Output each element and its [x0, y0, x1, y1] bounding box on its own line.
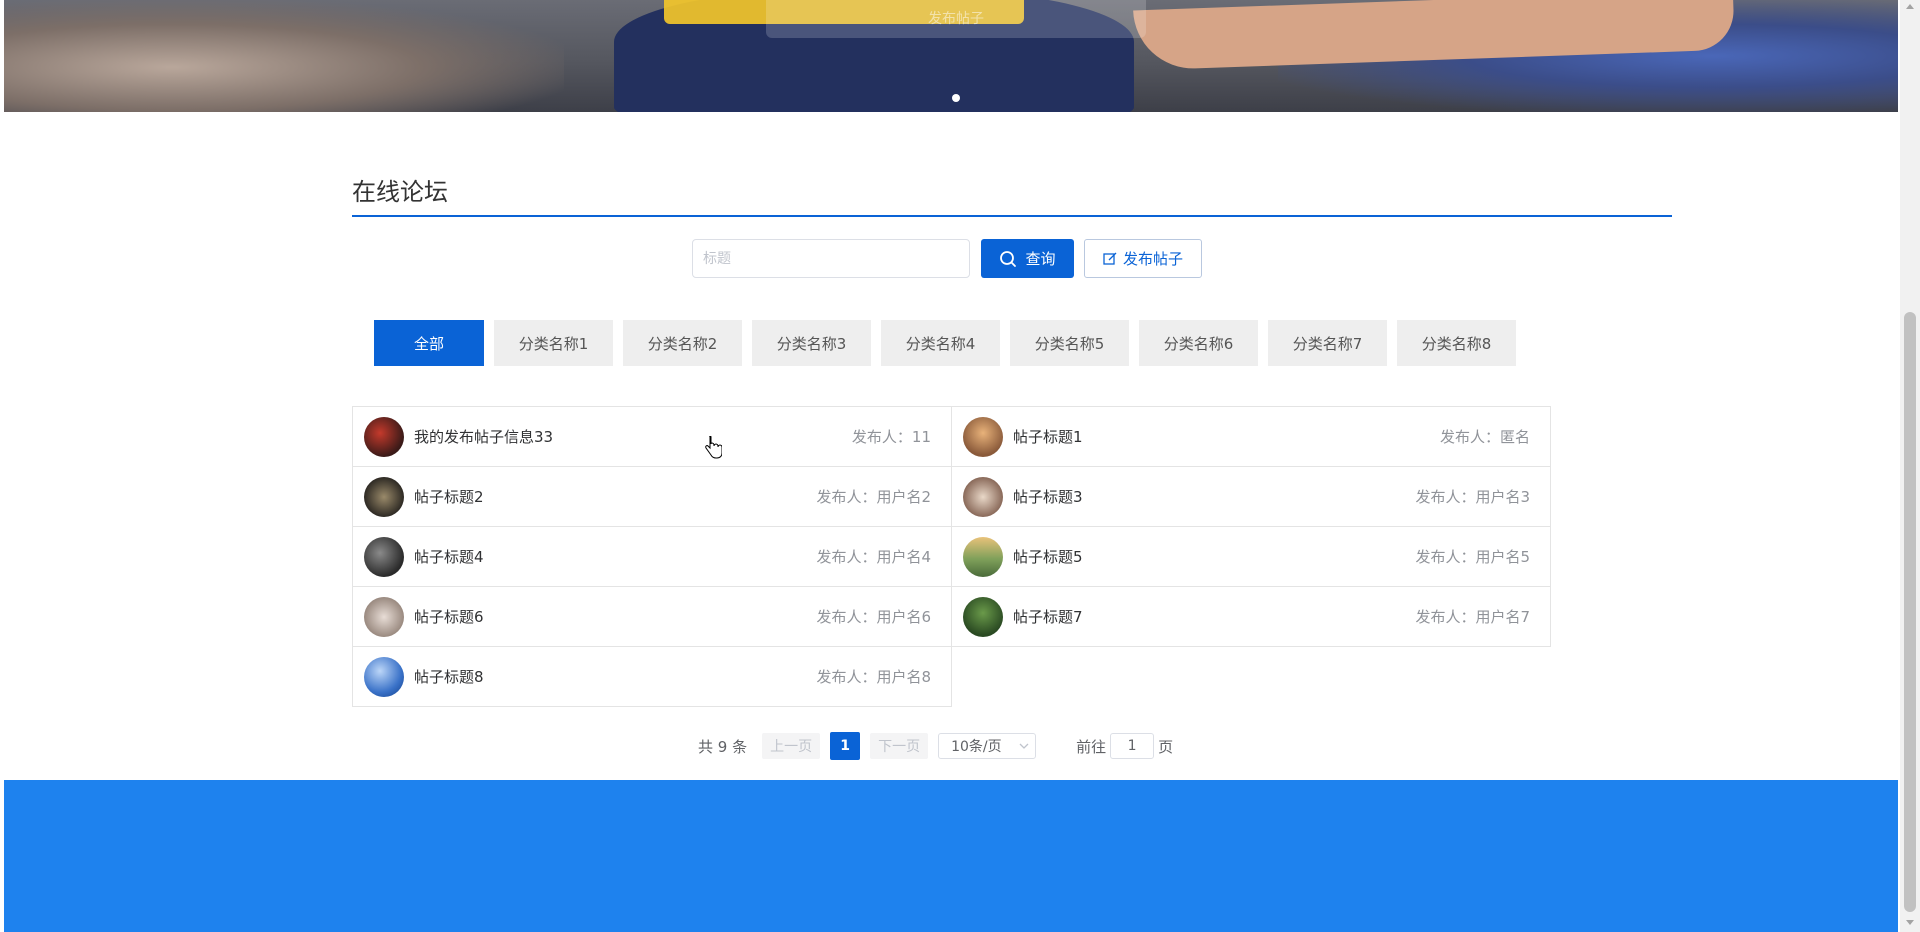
post-author: 发布人：用户名7 [1415, 608, 1530, 626]
tab-category-3[interactable]: 分类名称3 [752, 320, 871, 366]
page-size-value: 10条/页 [951, 739, 1002, 755]
scrollbar-thumb[interactable] [1904, 312, 1916, 912]
chevron-down-icon [1019, 743, 1029, 749]
post-author: 发布人：用户名2 [816, 488, 931, 506]
search-input[interactable] [692, 239, 970, 278]
post-title: 帖子标题6 [414, 608, 484, 626]
category-tabs: 全部 分类名称1 分类名称2 分类名称3 分类名称4 分类名称5 分类名称6 分… [374, 320, 1516, 366]
query-button-label: 查询 [1025, 251, 1056, 268]
post-item[interactable]: 帖子标题4 发布人：用户名4 [352, 526, 952, 587]
post-avatar [963, 596, 1003, 637]
goto-page-input[interactable] [1110, 733, 1155, 759]
post-title: 帖子标题4 [414, 548, 484, 566]
post-title: 帖子标题7 [1013, 608, 1083, 626]
title-divider [352, 215, 1672, 217]
tab-category-6[interactable]: 分类名称6 [1139, 320, 1258, 366]
post-item[interactable]: 我的发布帖子信息33 发布人：11 [352, 406, 952, 467]
post-title: 帖子标题2 [414, 488, 484, 506]
post-author: 发布人：11 [851, 428, 931, 446]
post-author: 发布人：用户名8 [816, 668, 931, 686]
publish-post-button-label: 发布帖子 [1122, 251, 1183, 268]
post-title: 帖子标题5 [1013, 548, 1083, 566]
tab-category-7[interactable]: 分类名称7 [1268, 320, 1387, 366]
page-title: 在线论坛 [352, 178, 448, 206]
tab-category-8[interactable]: 分类名称8 [1397, 320, 1516, 366]
post-title: 我的发布帖子信息33 [414, 428, 554, 446]
post-avatar [364, 416, 404, 457]
post-avatar [364, 536, 404, 577]
post-avatar [963, 536, 1003, 577]
page-size-select[interactable]: 10条/页 [938, 733, 1037, 759]
goto-label: 前往 [1076, 737, 1107, 756]
hand-pointer-icon [705, 436, 722, 459]
banner-caption: 发布帖子 [766, 0, 1146, 38]
tab-category-2[interactable]: 分类名称2 [623, 320, 742, 366]
tab-category-5[interactable]: 分类名称5 [1010, 320, 1129, 366]
publish-post-button[interactable]: 发布帖子 [1084, 239, 1202, 278]
post-avatar [364, 596, 404, 637]
search-icon [1000, 250, 1017, 267]
next-page-button[interactable]: 下一页 [870, 733, 929, 759]
post-title: 帖子标题8 [414, 668, 484, 686]
post-author: 发布人：用户名3 [1415, 488, 1530, 506]
post-item[interactable]: 帖子标题5 发布人：用户名5 [951, 526, 1551, 587]
post-author: 发布人：用户名4 [816, 548, 931, 566]
carousel-indicator-dot[interactable] [952, 94, 960, 102]
page-suffix-label: 页 [1158, 737, 1174, 756]
banner-carousel[interactable]: 发布帖子 [4, 0, 1898, 112]
footer [4, 780, 1898, 932]
post-author: 发布人：用户名5 [1415, 548, 1530, 566]
post-title: 帖子标题3 [1013, 488, 1083, 506]
edit-icon [1103, 252, 1117, 265]
tab-category-1[interactable]: 分类名称1 [494, 320, 613, 366]
post-avatar [963, 416, 1003, 457]
post-avatar [963, 476, 1003, 517]
post-item[interactable]: 帖子标题8 发布人：用户名8 [352, 646, 952, 707]
page-number-current[interactable]: 1 [830, 732, 861, 760]
tab-category-4[interactable]: 分类名称4 [881, 320, 1000, 366]
banner-image-crowd-left [4, 0, 564, 112]
prev-page-button[interactable]: 上一页 [762, 733, 821, 759]
pagination-total: 共 9 条 [698, 737, 748, 756]
post-item[interactable]: 帖子标题3 发布人：用户名3 [951, 466, 1551, 527]
post-item[interactable]: 帖子标题1 发布人：匿名 [951, 406, 1551, 467]
post-item[interactable]: 帖子标题6 发布人：用户名6 [352, 586, 952, 647]
banner-caption-text: 发布帖子 [928, 11, 984, 27]
post-author: 发布人：匿名 [1439, 428, 1530, 446]
post-item[interactable]: 帖子标题2 发布人：用户名2 [352, 466, 952, 527]
post-avatar [364, 476, 404, 517]
pagination: 共 9 条 上一页 1 下一页 10条/页 前往 页 [698, 732, 1174, 760]
post-item[interactable]: 帖子标题7 发布人：用户名7 [951, 586, 1551, 647]
scroll-down-arrow-icon[interactable] [1906, 920, 1914, 925]
post-author: 发布人：用户名6 [816, 608, 931, 626]
scroll-up-arrow-icon[interactable] [1906, 4, 1914, 9]
post-avatar [364, 656, 404, 697]
post-title: 帖子标题1 [1013, 428, 1083, 446]
page-scrollbar[interactable] [1900, 0, 1920, 932]
query-button[interactable]: 查询 [981, 239, 1074, 278]
tab-all[interactable]: 全部 [374, 320, 484, 366]
